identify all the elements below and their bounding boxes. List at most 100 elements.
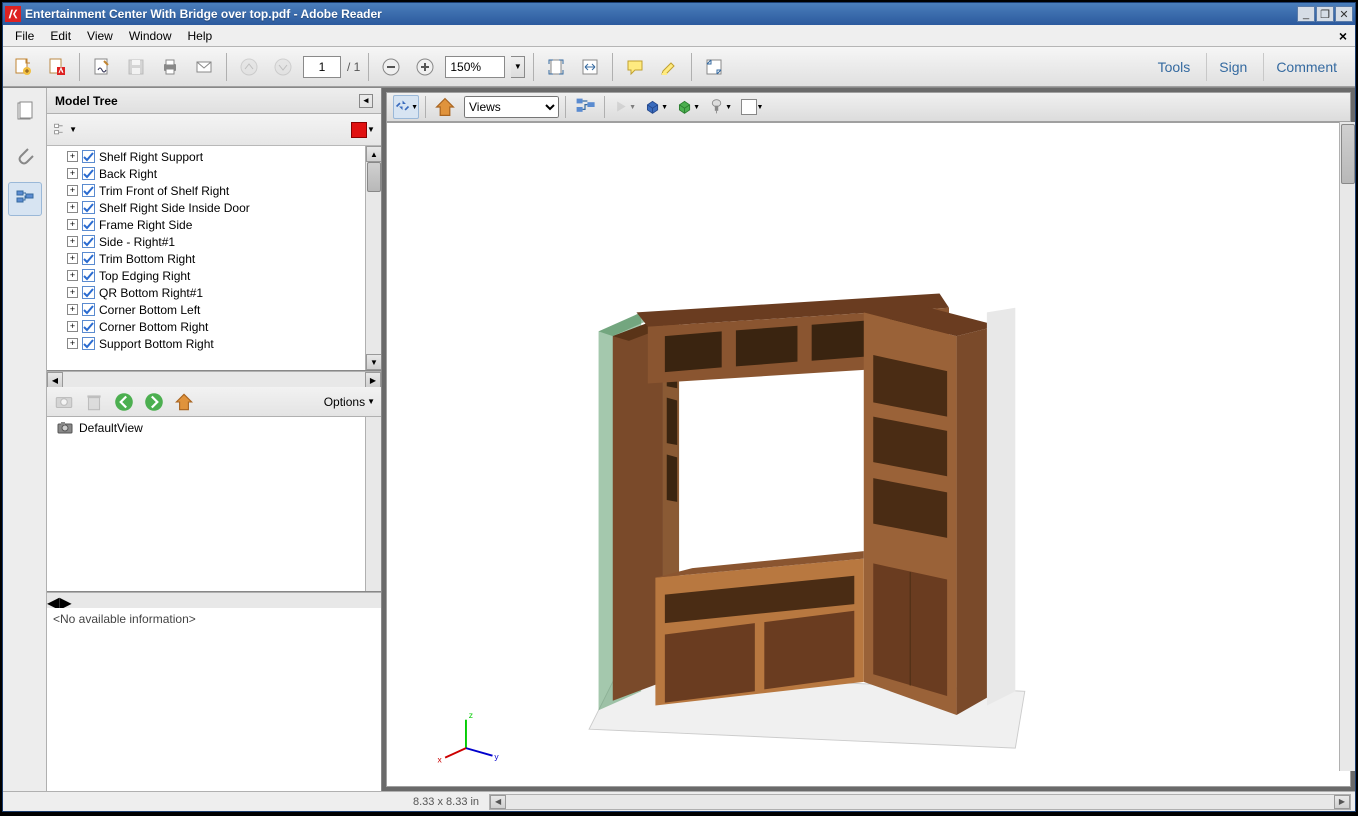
fit-page-icon[interactable]: [542, 53, 570, 81]
scroll-right-icon[interactable]: ▶: [1334, 795, 1350, 809]
thumbnails-icon[interactable]: [8, 94, 42, 128]
scroll-right-icon[interactable]: ▶: [59, 593, 71, 608]
checkbox-icon[interactable]: [82, 184, 95, 197]
checkbox-icon[interactable]: [82, 320, 95, 333]
menu-edit[interactable]: Edit: [42, 27, 79, 45]
views-vscrollbar[interactable]: [365, 417, 381, 591]
expand-icon[interactable]: +: [67, 236, 78, 247]
close-button[interactable]: ✕: [1335, 6, 1353, 22]
comment-bubble-icon[interactable]: [621, 53, 649, 81]
checkbox-icon[interactable]: [82, 167, 95, 180]
email-icon[interactable]: [190, 53, 218, 81]
menu-file[interactable]: File: [7, 27, 42, 45]
checkbox-icon[interactable]: [82, 150, 95, 163]
views-list[interactable]: DefaultView: [47, 417, 381, 592]
tree-item[interactable]: +Top Edging Right: [47, 267, 381, 284]
scroll-left-icon[interactable]: ◀: [490, 795, 506, 809]
tree-item[interactable]: +Shelf Right Support: [47, 148, 381, 165]
view-home-icon[interactable]: [173, 391, 195, 413]
tools-button[interactable]: Tools: [1146, 53, 1203, 81]
view-delete-icon[interactable]: [83, 391, 105, 413]
menu-window[interactable]: Window: [121, 27, 180, 45]
statusbar-hscrollbar[interactable]: ◀ ▶: [489, 794, 1351, 810]
sign-button[interactable]: Sign: [1206, 53, 1259, 81]
close-doc-icon[interactable]: ×: [1335, 28, 1351, 44]
expand-icon[interactable]: +: [67, 270, 78, 281]
scroll-down-icon[interactable]: ▼: [366, 354, 381, 370]
model-tree-icon[interactable]: [8, 182, 42, 216]
attachments-icon[interactable]: [8, 138, 42, 172]
scroll-up-icon[interactable]: ▲: [366, 146, 381, 162]
zoom-out-icon[interactable]: [377, 53, 405, 81]
tree-item[interactable]: +Shelf Right Side Inside Door: [47, 199, 381, 216]
3d-canvas[interactable]: x z y: [386, 122, 1351, 787]
viewer-vscrollbar[interactable]: [1339, 122, 1355, 771]
page-up-icon[interactable]: [235, 53, 263, 81]
checkbox-icon[interactable]: [82, 218, 95, 231]
expand-icon[interactable]: +: [67, 168, 78, 179]
view-prev-icon[interactable]: [113, 391, 135, 413]
checkbox-icon[interactable]: [82, 303, 95, 316]
print-icon[interactable]: [156, 53, 184, 81]
save-icon[interactable]: [122, 53, 150, 81]
restore-button[interactable]: ❐: [1316, 6, 1334, 22]
expand-icon[interactable]: +: [67, 287, 78, 298]
tree-area[interactable]: +Shelf Right Support+Back Right+Trim Fro…: [47, 146, 381, 371]
comment-button[interactable]: Comment: [1263, 53, 1349, 81]
tree-item[interactable]: +Trim Bottom Right: [47, 250, 381, 267]
zoom-in-icon[interactable]: [411, 53, 439, 81]
checkbox-icon[interactable]: [82, 201, 95, 214]
play-icon[interactable]: ▼: [611, 95, 637, 119]
tree-hscrollbar[interactable]: ◀ ▶: [47, 371, 381, 387]
scroll-left-icon[interactable]: ◀: [47, 593, 59, 608]
expand-icon[interactable]: +: [67, 151, 78, 162]
views-dropdown[interactable]: Views: [464, 96, 559, 118]
home-view-icon[interactable]: [432, 95, 458, 119]
expand-icon[interactable]: +: [67, 253, 78, 264]
expand-icon[interactable]: +: [67, 185, 78, 196]
view-item-default[interactable]: DefaultView: [47, 417, 381, 439]
zoom-dropdown-icon[interactable]: ▼: [511, 56, 525, 78]
highlight-icon[interactable]: [655, 53, 683, 81]
tree-item[interactable]: +Corner Bottom Right: [47, 318, 381, 335]
page-number-input[interactable]: [303, 56, 341, 78]
tree-item[interactable]: +Back Right: [47, 165, 381, 182]
part-options-icon[interactable]: ▼: [643, 95, 669, 119]
read-mode-icon[interactable]: [700, 53, 728, 81]
expand-icon[interactable]: +: [67, 338, 78, 349]
expand-icon[interactable]: +: [67, 321, 78, 332]
scroll-thumb[interactable]: [367, 162, 381, 192]
expand-icon[interactable]: +: [67, 219, 78, 230]
tree-vscrollbar[interactable]: ▲ ▼: [365, 146, 381, 370]
checkbox-icon[interactable]: [82, 269, 95, 282]
tree-display-icon[interactable]: ▼: [53, 119, 77, 141]
views-hscrollbar[interactable]: ◀▶: [47, 592, 381, 608]
checkbox-icon[interactable]: [82, 252, 95, 265]
create-pdf-icon[interactable]: [43, 53, 71, 81]
expand-icon[interactable]: +: [67, 304, 78, 315]
tree-item[interactable]: +Support Bottom Right: [47, 335, 381, 352]
menu-view[interactable]: View: [79, 27, 121, 45]
sign-doc-icon[interactable]: [88, 53, 116, 81]
zoom-level[interactable]: 150%: [445, 56, 505, 78]
background-color-icon[interactable]: ▼: [739, 95, 765, 119]
scroll-thumb[interactable]: [1341, 124, 1355, 184]
export-pdf-icon[interactable]: [9, 53, 37, 81]
menu-help[interactable]: Help: [180, 27, 221, 45]
view-camera-icon[interactable]: [53, 391, 75, 413]
checkbox-icon[interactable]: [82, 337, 95, 350]
checkbox-icon[interactable]: [82, 286, 95, 299]
scroll-right-icon[interactable]: ▶: [365, 372, 381, 388]
tree-item[interactable]: +Frame Right Side: [47, 216, 381, 233]
part-tree-icon[interactable]: [572, 95, 598, 119]
panel-collapse-icon[interactable]: ◂: [359, 94, 373, 108]
view-next-icon[interactable]: [143, 391, 165, 413]
minimize-button[interactable]: _: [1297, 6, 1315, 22]
checkbox-icon[interactable]: [82, 235, 95, 248]
fit-width-icon[interactable]: [576, 53, 604, 81]
views-options-button[interactable]: Options▼: [324, 395, 375, 409]
lighting-icon[interactable]: ▼: [707, 95, 733, 119]
tree-item[interactable]: +Corner Bottom Left: [47, 301, 381, 318]
scroll-left-icon[interactable]: ◀: [47, 372, 63, 388]
render-mode-icon[interactable]: ▼: [675, 95, 701, 119]
